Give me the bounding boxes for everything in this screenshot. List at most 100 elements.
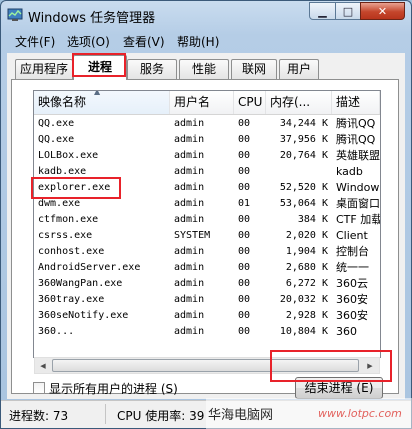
user-name-cell: admin: [174, 150, 205, 161]
menu-bar: 文件(F) 选项(O) 查看(V) 帮助(H): [7, 31, 405, 51]
memory-cell: 20,764 K: [279, 150, 328, 161]
table-row[interactable]: QQ.exe admin 00 37,956 K 腾讯QQ: [34, 132, 380, 148]
description-cell: 腾讯QQ: [336, 117, 376, 130]
image-name-cell: QQ.exe: [38, 118, 75, 129]
minimize-button[interactable]: ▁: [309, 2, 336, 20]
table-row[interactable]: explorer.exe admin 00 52,520 K Windows: [34, 180, 380, 196]
table-row[interactable]: ctfmon.exe admin 00 384 K CTF 加载: [34, 212, 380, 228]
end-process-button[interactable]: 结束进程 (E): [295, 377, 383, 399]
table-row[interactable]: 360seNotify.exe admin 00 2,928 K 360安: [34, 308, 380, 324]
process-list[interactable]: ▲ 映像名称 用户名 CPU 内存(... 描述 QQ.exe admin 00 34…: [33, 90, 381, 358]
tab-users[interactable]: 用户: [279, 59, 319, 79]
cpu-cell: 00: [238, 278, 251, 289]
column-description[interactable]: 描述: [332, 91, 380, 114]
memory-cell: 2,680 K: [285, 262, 328, 273]
description-cell: 控制台: [336, 245, 369, 258]
sort-up-icon: ▲: [94, 91, 101, 96]
cpu-cell: 00: [238, 214, 251, 225]
description-cell: 360安: [336, 309, 368, 322]
description-cell: Client: [336, 229, 368, 242]
image-name-cell: dwm.exe: [38, 198, 81, 209]
memory-cell: 34,244 K: [279, 118, 328, 129]
horizontal-scroll-thumb[interactable]: [52, 359, 359, 372]
user-name-cell: admin: [174, 182, 205, 193]
tab-services[interactable]: 服务: [127, 59, 177, 79]
tab-processes[interactable]: 进程: [73, 55, 127, 80]
tab-applications[interactable]: 应用程序: [15, 59, 73, 79]
description-cell: 统一一: [336, 261, 369, 274]
table-row[interactable]: dwm.exe admin 01 53,064 K 桌面窗口: [34, 196, 380, 212]
image-name-cell: ctfmon.exe: [38, 214, 99, 225]
show-all-users-label: 显示所有用户的进程 (S): [49, 382, 178, 396]
memory-cell: 20,032 K: [279, 294, 328, 305]
cpu-cell: 00: [238, 246, 251, 257]
menu-help[interactable]: 帮助(H): [177, 33, 219, 50]
window-title: Windows 任务管理器: [28, 11, 156, 26]
table-row[interactable]: kadb.exe admin 00 kadb: [34, 164, 380, 180]
user-name-cell: admin: [174, 166, 205, 177]
image-name-cell: 360...: [38, 326, 75, 337]
memory-cell: 6,272 K: [285, 278, 328, 289]
table-row[interactable]: LOLBox.exe admin 00 20,764 K 英雄联盟: [34, 148, 380, 164]
cpu-cell: 00: [238, 310, 251, 321]
maximize-button[interactable]: □: [335, 2, 361, 20]
image-name-cell: 360tray.exe: [38, 294, 105, 305]
column-user-name[interactable]: 用户名: [170, 91, 234, 114]
image-name-cell: 360seNotify.exe: [38, 310, 129, 321]
memory-cell: 384 K: [297, 214, 328, 225]
close-button[interactable]: ✕: [360, 2, 405, 20]
watermark: 华海电脑网 www.lotpc.com: [206, 398, 412, 429]
column-cpu[interactable]: CPU: [234, 91, 266, 114]
task-manager-window: Windows 任务管理器 ▁ □ ✕ 文件(F) 选项(O) 查看(V) 帮助…: [0, 0, 412, 429]
user-name-cell: admin: [174, 294, 205, 305]
description-cell: 360安: [336, 293, 368, 306]
user-name-cell: admin: [174, 134, 205, 145]
cpu-cell: 00: [238, 326, 251, 337]
image-name-cell: 360WangPan.exe: [38, 278, 123, 289]
description-cell: 桌面窗口: [336, 197, 380, 210]
table-row[interactable]: csrss.exe SYSTEM 00 2,020 K Client: [34, 228, 380, 244]
tab-performance[interactable]: 性能: [179, 59, 229, 79]
table-row[interactable]: 360tray.exe admin 00 20,032 K 360安: [34, 292, 380, 308]
description-cell: Windows: [336, 181, 380, 194]
cpu-cell: 00: [238, 230, 251, 241]
processes-panel: ▲ 映像名称 用户名 CPU 内存(... 描述 QQ.exe admin 00 34…: [11, 79, 399, 399]
cpu-cell: 00: [238, 118, 251, 129]
menu-file[interactable]: 文件(F): [15, 33, 55, 50]
image-name-cell: AndroidServer.exe: [38, 262, 141, 273]
user-name-cell: admin: [174, 278, 205, 289]
memory-cell: 2,020 K: [285, 230, 328, 241]
horizontal-scrollbar[interactable]: ◀ ▶: [34, 357, 380, 374]
title-bar[interactable]: Windows 任务管理器 ▁ □ ✕: [1, 1, 411, 29]
task-manager-icon: [7, 8, 23, 21]
show-all-users-checkbox[interactable]: [33, 382, 45, 394]
table-row[interactable]: conhost.exe admin 00 1,904 K 控制台: [34, 244, 380, 260]
tab-networking[interactable]: 联网: [231, 59, 277, 79]
table-row[interactable]: QQ.exe admin 00 34,244 K 腾讯QQ: [34, 116, 380, 132]
menu-options[interactable]: 选项(O): [67, 33, 110, 50]
memory-cell: 37,956 K: [279, 134, 328, 145]
menu-view[interactable]: 查看(V): [123, 33, 165, 50]
description-cell: 腾讯QQ: [336, 133, 376, 146]
scroll-left-icon[interactable]: ◀: [35, 359, 51, 372]
cpu-cell: 00: [238, 262, 251, 273]
image-name-cell: csrss.exe: [38, 230, 93, 241]
memory-cell: 53,064 K: [279, 198, 328, 209]
column-memory[interactable]: 内存(...: [266, 91, 332, 114]
image-name-cell: QQ.exe: [38, 134, 75, 145]
description-cell: 英雄联盟: [336, 149, 380, 162]
table-row[interactable]: AndroidServer.exe admin 00 2,680 K 统一一: [34, 260, 380, 276]
user-name-cell: admin: [174, 118, 205, 129]
column-image-name[interactable]: ▲ 映像名称: [34, 91, 170, 114]
scroll-right-icon[interactable]: ▶: [362, 359, 378, 372]
user-name-cell: admin: [174, 246, 205, 257]
user-name-cell: admin: [174, 262, 205, 273]
status-divider: [105, 404, 106, 424]
image-name-cell: conhost.exe: [38, 246, 105, 257]
description-cell: 360: [336, 325, 357, 338]
memory-cell: 1,904 K: [285, 246, 328, 257]
client-area: 应用程序 进程 服务 性能 联网 用户 ▲ 映像名称 用户名 CPU 内存(..…: [7, 53, 405, 399]
table-row[interactable]: 360WangPan.exe admin 00 6,272 K 360云: [34, 276, 380, 292]
table-row[interactable]: 360... admin 00 10,804 K 360: [34, 324, 380, 340]
list-header: ▲ 映像名称 用户名 CPU 内存(... 描述: [34, 91, 380, 115]
